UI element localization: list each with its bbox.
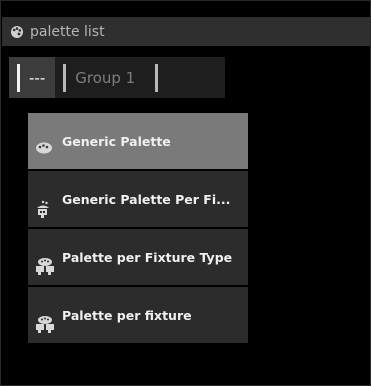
tab-empty[interactable] xyxy=(147,57,167,98)
tab-indicator xyxy=(155,63,159,92)
tab-label: --- xyxy=(29,68,46,87)
palette-list: Generic Palette Generic Palette Per Fi..… xyxy=(28,113,248,345)
tab-dashes[interactable]: --- xyxy=(9,57,56,98)
group-tab-bar: --- Group 1 xyxy=(9,57,225,98)
tab-label: Group 1 xyxy=(75,68,136,87)
list-item-palette-per-fixture-type[interactable]: Palette per Fixture Type xyxy=(28,229,248,285)
palette-per-fixture-icon xyxy=(34,315,56,338)
list-item-label: Palette per Fixture Type xyxy=(62,250,233,265)
palette-fixture-type-icon xyxy=(34,257,56,280)
tab-active-indicator xyxy=(17,63,20,92)
palette-fixture-icon xyxy=(34,199,54,222)
list-item-palette-per-fixture[interactable]: Palette per fixture xyxy=(28,287,248,343)
list-item-label: Generic Palette xyxy=(62,134,171,149)
window-title: palette list xyxy=(30,23,105,40)
palette-icon xyxy=(10,25,24,39)
list-item-label: Palette per fixture xyxy=(62,308,192,323)
palette-list-window: palette list --- Group 1 Generic Palette… xyxy=(0,0,371,386)
palette-icon xyxy=(34,141,54,158)
window-titlebar[interactable]: palette list xyxy=(2,17,370,46)
tab-group-1[interactable]: Group 1 xyxy=(55,57,147,98)
list-item-generic-palette[interactable]: Generic Palette xyxy=(28,113,248,169)
list-item-generic-palette-per-fixture[interactable]: Generic Palette Per Fi... xyxy=(28,171,248,227)
tab-indicator xyxy=(63,63,67,92)
list-item-label: Generic Palette Per Fi... xyxy=(62,192,231,207)
